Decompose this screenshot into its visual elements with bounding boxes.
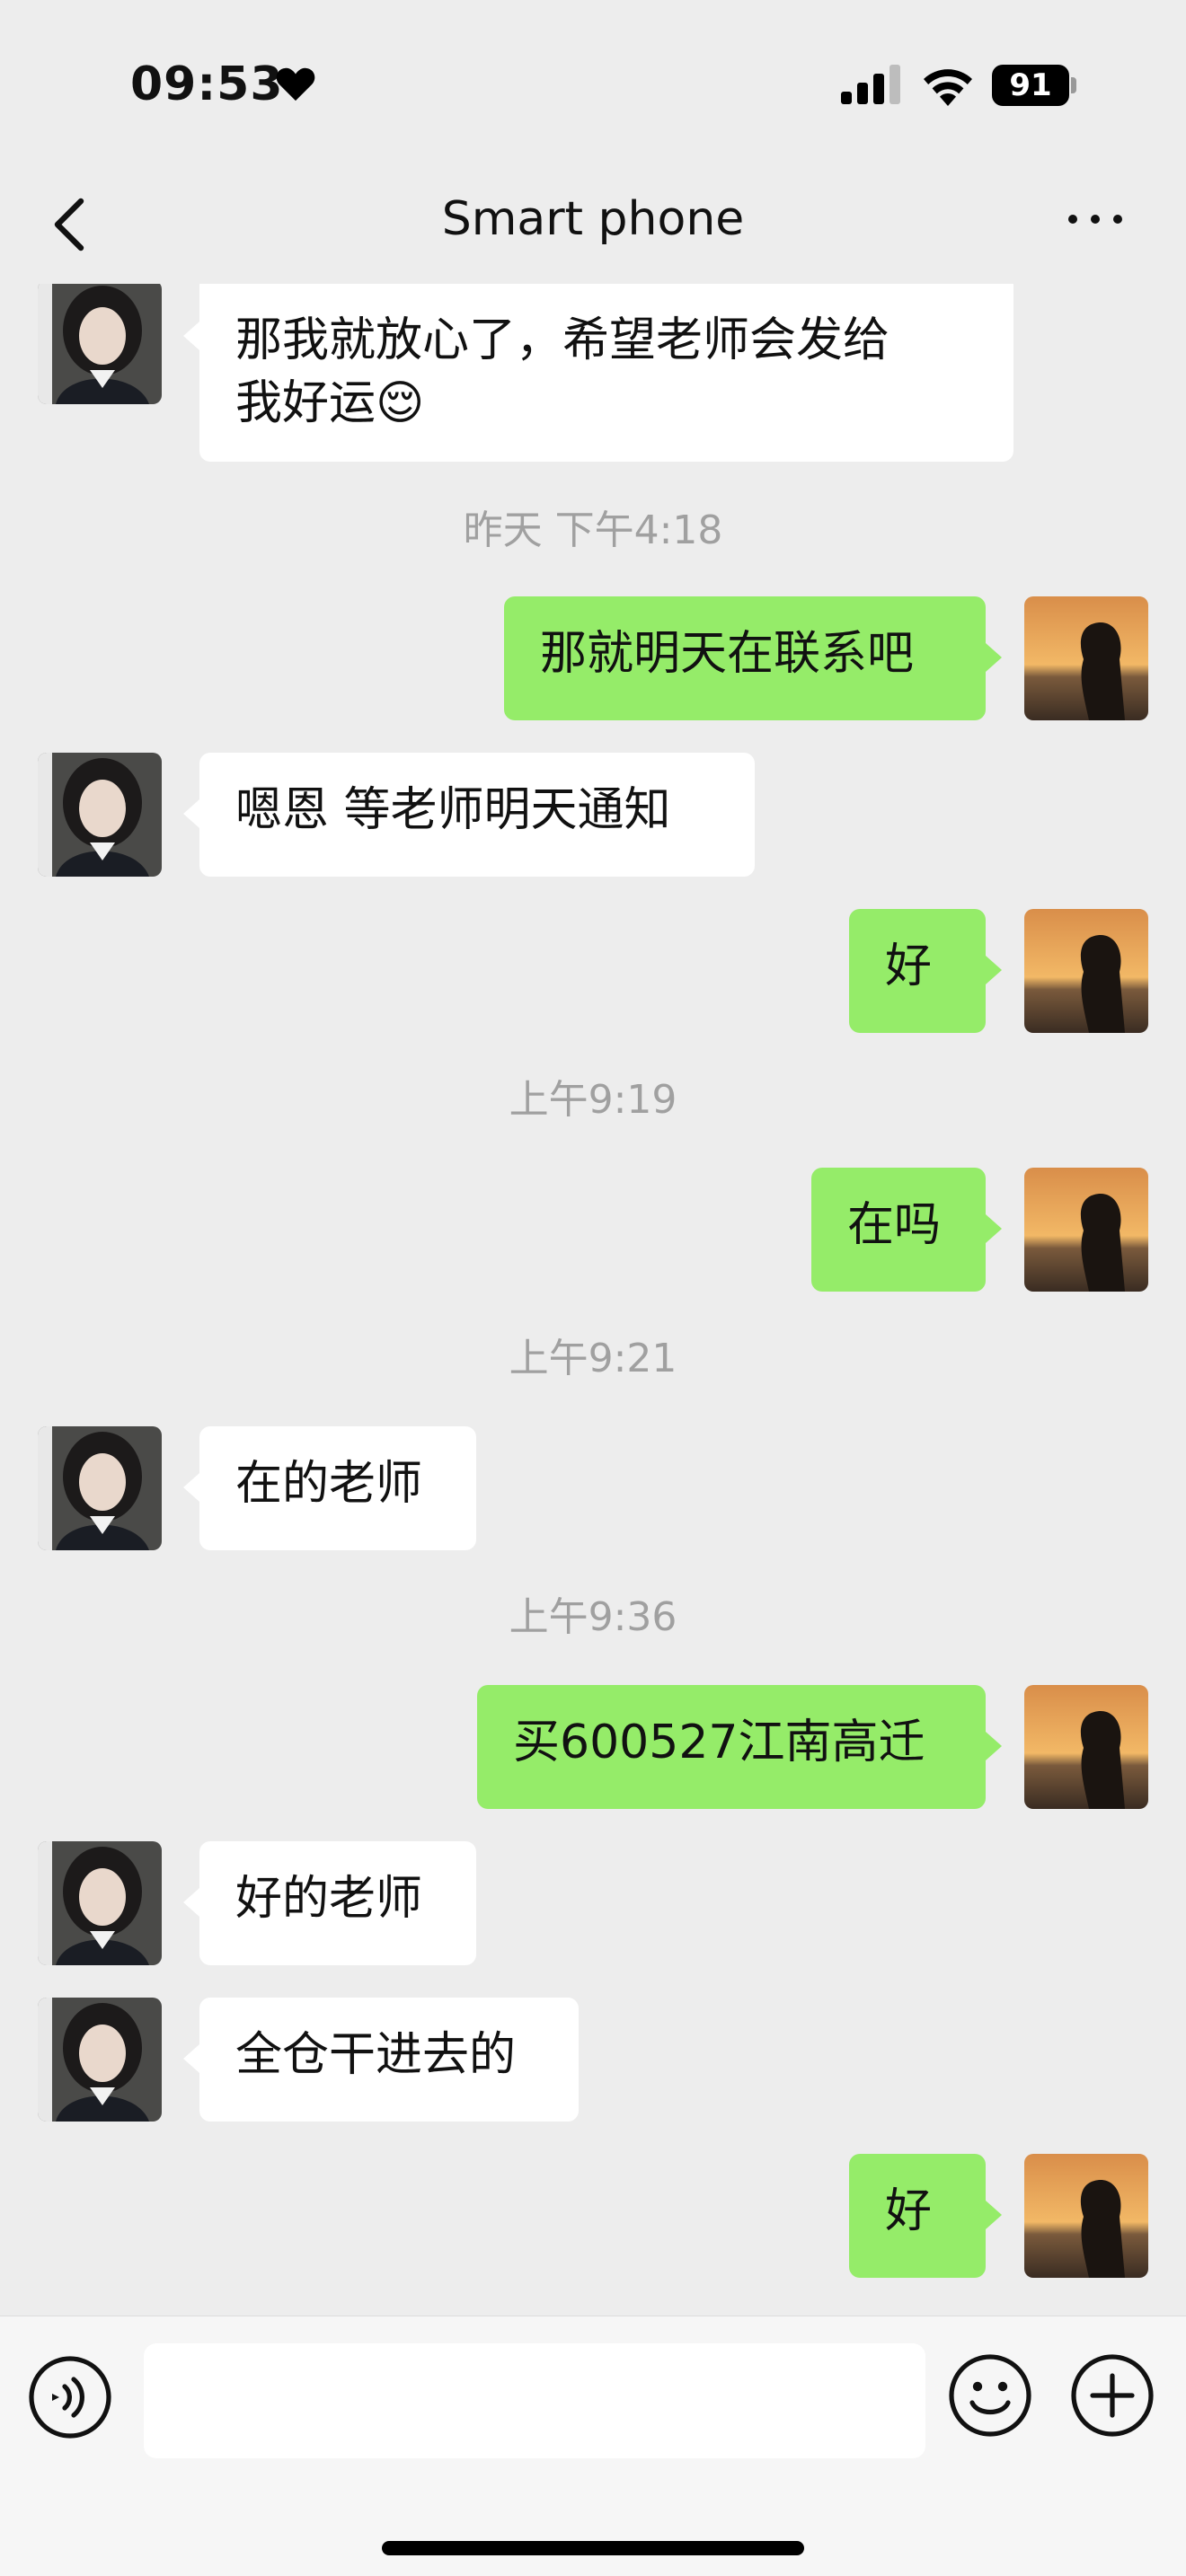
emoji-icon[interactable] bbox=[947, 2352, 1033, 2439]
battery-icon: 91 bbox=[992, 65, 1078, 106]
contact-avatar[interactable] bbox=[38, 1426, 162, 1550]
own-avatar[interactable] bbox=[1024, 596, 1148, 720]
battery-level: 91 bbox=[1009, 67, 1052, 103]
message-row: 好的老师 bbox=[0, 1841, 1186, 1965]
input-bar bbox=[0, 2316, 1186, 2576]
plus-icon[interactable] bbox=[1069, 2352, 1155, 2439]
timestamp: 上午9:21 bbox=[509, 1336, 677, 1381]
message-bubble[interactable]: 在的老师 bbox=[183, 1426, 476, 1550]
signal-icon bbox=[841, 65, 900, 104]
home-indicator[interactable] bbox=[382, 2541, 804, 2555]
contact-avatar[interactable] bbox=[38, 1841, 162, 1965]
contact-avatar[interactable] bbox=[38, 284, 162, 404]
message-row: 好 bbox=[0, 2154, 1186, 2278]
own-avatar[interactable] bbox=[1024, 1168, 1148, 1292]
battery-body: 91 bbox=[992, 65, 1069, 106]
message-text-line: 那我就放心了，希望老师会发给 bbox=[235, 313, 890, 367]
message-bubble[interactable]: 全仓干进去的 bbox=[183, 1998, 579, 2122]
message-row: 好 bbox=[0, 909, 1186, 1033]
message-row: 那我就放心了，希望老师会发给 我好运😌 bbox=[0, 284, 1186, 463]
message-bubble[interactable]: 好的老师 bbox=[183, 1841, 476, 1965]
own-avatar[interactable] bbox=[1024, 2154, 1148, 2278]
voice-icon[interactable] bbox=[27, 2354, 113, 2440]
own-avatar[interactable] bbox=[1024, 909, 1148, 1033]
wifi-icon bbox=[924, 69, 972, 106]
message-list[interactable]: 那我就放心了，希望老师会发给 我好运😌 昨天 下午4:18 那就明天在联系吧 嗯… bbox=[0, 284, 1186, 2316]
heart-icon bbox=[276, 67, 315, 101]
message-row: 在吗 bbox=[0, 1168, 1186, 1292]
message-row: 全仓干进去的 bbox=[0, 1998, 1186, 2122]
nav-bar: Smart phone bbox=[0, 171, 1186, 278]
message-row: 那就明天在联系吧 bbox=[0, 596, 1186, 720]
timestamp: 上午9:36 bbox=[509, 1594, 677, 1640]
message-bubble[interactable]: 那就明天在联系吧 bbox=[504, 596, 1002, 720]
page-title: Smart phone bbox=[441, 192, 745, 246]
more-icon[interactable] bbox=[1066, 210, 1125, 228]
contact-avatar[interactable] bbox=[38, 1998, 162, 2122]
message-bubble[interactable]: 好 bbox=[849, 2154, 1002, 2278]
contact-avatar[interactable] bbox=[38, 753, 162, 877]
message-row: 在的老师 bbox=[0, 1426, 1186, 1550]
message-input[interactable] bbox=[144, 2343, 925, 2458]
timestamp: 昨天 下午4:18 bbox=[463, 507, 723, 553]
battery-cap bbox=[1071, 77, 1076, 93]
status-time: 09:53 bbox=[130, 57, 284, 111]
message-bubble[interactable]: 那我就放心了，希望老师会发给 我好运😌 bbox=[183, 284, 1013, 462]
timestamp: 上午9:19 bbox=[509, 1077, 677, 1123]
message-bubble[interactable]: 嗯恩 等老师明天通知 bbox=[183, 753, 755, 877]
message-row: 嗯恩 等老师明天通知 bbox=[0, 753, 1186, 877]
message-row: 买600527江南高迁 bbox=[0, 1685, 1186, 1809]
message-bubble[interactable]: 在吗 bbox=[811, 1168, 1002, 1292]
status-bar: 09:53 91 bbox=[0, 0, 1186, 171]
message-text-line: 我好运😌 bbox=[235, 376, 425, 430]
own-avatar[interactable] bbox=[1024, 1685, 1148, 1809]
chat-screen: 09:53 91 Smart phone 那我就放心了，希望老师会发给 我好运😌… bbox=[0, 0, 1186, 2576]
message-bubble[interactable]: 好 bbox=[849, 909, 1002, 1033]
message-bubble[interactable]: 买600527江南高迁 bbox=[477, 1685, 1002, 1809]
